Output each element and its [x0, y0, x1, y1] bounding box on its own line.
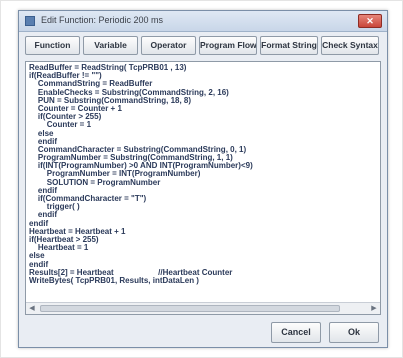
ok-button[interactable]: Ok [329, 322, 379, 343]
code-line: else [29, 251, 45, 261]
code-line: trigger( ) [29, 202, 80, 212]
toolbar: Function Variable Operator Program Flow … [25, 36, 383, 56]
screenshot-frame: Edit Function: Periodic 200 ms ✕ Functio… [0, 0, 403, 358]
scroll-left-icon[interactable]: ◀ [27, 304, 37, 313]
code-line: else [29, 128, 54, 138]
variable-button[interactable]: Variable [83, 36, 138, 55]
horizontal-scrollbar[interactable]: ◀ ▶ [26, 302, 380, 314]
operator-button[interactable]: Operator [141, 36, 196, 55]
code-line: Counter = 1 [29, 120, 92, 130]
function-button[interactable]: Function [25, 36, 80, 55]
code-line: Heartbeat = 1 [29, 243, 89, 253]
code-line: if(CommandCharacter = "T") [29, 194, 147, 203]
close-button[interactable]: ✕ [358, 14, 382, 28]
close-icon: ✕ [366, 16, 374, 26]
code-line: WriteBytes( TcpPRB01, Results, intDataLe… [29, 275, 199, 285]
scroll-thumb[interactable] [40, 305, 340, 312]
program-flow-button[interactable]: Program Flow [199, 36, 257, 55]
format-string-button[interactable]: Format String [260, 36, 318, 55]
code-line: SOLUTION = ProgramNumber [29, 177, 161, 187]
check-syntax-button[interactable]: Check Syntax [321, 36, 379, 55]
cancel-button[interactable]: Cancel [271, 322, 321, 343]
title-bar: Edit Function: Periodic 200 ms ✕ [19, 11, 387, 32]
window-title: Edit Function: Periodic 200 ms [41, 15, 164, 25]
scroll-right-icon[interactable]: ▶ [369, 304, 379, 313]
code-line: endif [29, 210, 57, 220]
code-text[interactable]: ReadBuffer = ReadString( TcpPRB01 , 13) i… [29, 64, 377, 302]
app-icon [25, 16, 35, 26]
code-editor[interactable]: ReadBuffer = ReadString( TcpPRB01 , 13) i… [25, 61, 381, 315]
edit-function-dialog: Edit Function: Periodic 200 ms ✕ Functio… [18, 10, 388, 348]
